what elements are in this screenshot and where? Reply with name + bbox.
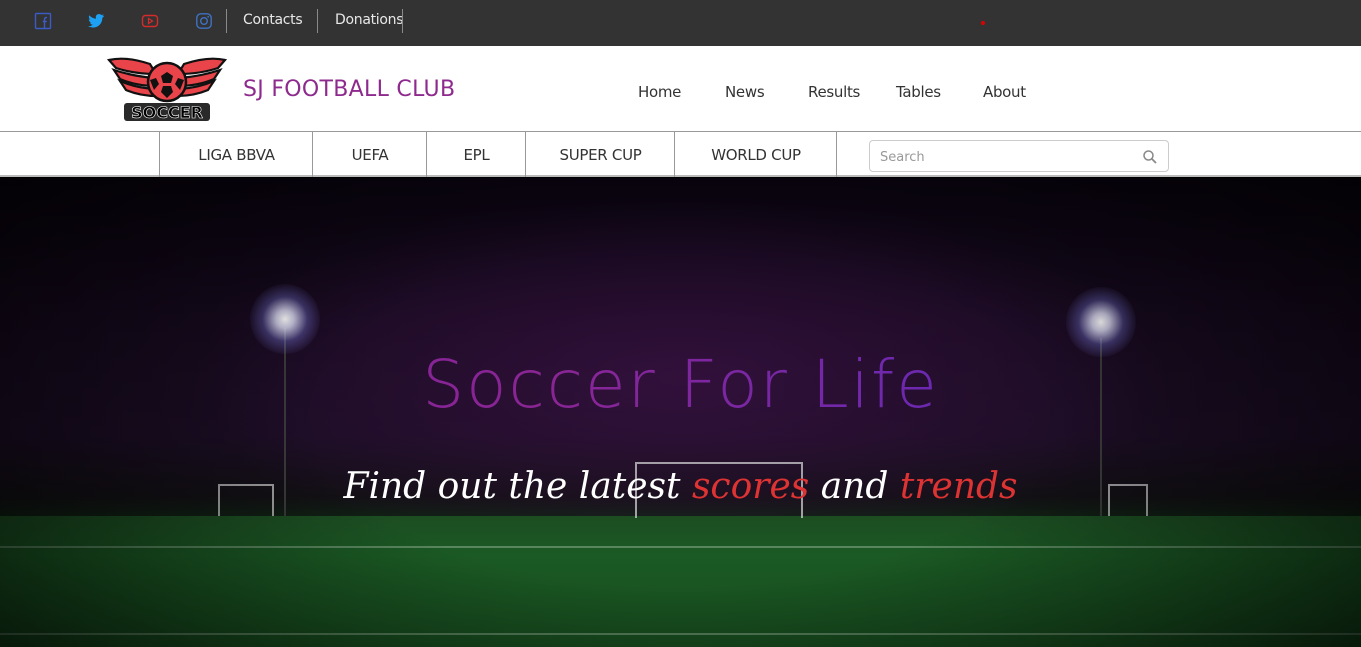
category-super-cup[interactable]: SUPER CUP — [525, 132, 675, 177]
twitter-icon[interactable] — [87, 12, 105, 30]
facebook-icon[interactable] — [34, 12, 52, 30]
nav-results[interactable]: Results — [808, 83, 860, 101]
brand-name[interactable]: SJ FOOTBALL CLUB — [243, 77, 455, 102]
soccer-logo[interactable]: SOCCER — [106, 52, 228, 126]
divider — [836, 132, 837, 177]
subtitle-accent-trends: trends — [899, 466, 1018, 507]
site-header: SOCCER SJ FOOTBALL CLUB Home News Result… — [0, 46, 1361, 132]
hero-banner: Soccer For Life Find out the latest scor… — [0, 178, 1361, 647]
category-liga-bbva[interactable]: LIGA BBVA — [159, 132, 313, 177]
top-bar: Contacts Donations — [0, 0, 1361, 46]
divider — [317, 9, 318, 33]
youtube-icon[interactable] — [141, 12, 159, 30]
svg-text:SOCCER: SOCCER — [131, 103, 203, 122]
divider — [226, 9, 227, 33]
category-epl[interactable]: EPL — [426, 132, 526, 177]
search-box — [869, 140, 1169, 172]
search-icon[interactable] — [1142, 149, 1158, 165]
instagram-icon[interactable] — [195, 12, 213, 30]
category-bar: LIGA BBVA UEFA EPL SUPER CUP WORLD CUP — [0, 132, 1361, 177]
nav-home[interactable]: Home — [638, 83, 681, 101]
subtitle-accent-scores: scores — [691, 466, 810, 507]
subtitle-text: and — [809, 466, 900, 507]
hero-title: Soccer For Life — [0, 346, 1361, 423]
donations-link[interactable]: Donations — [335, 12, 404, 28]
nav-about[interactable]: About — [983, 83, 1026, 101]
subtitle-text: Find out the latest — [343, 466, 692, 507]
nav-tables[interactable]: Tables — [896, 83, 941, 101]
hero-subtitle: Find out the latest scores and trends — [0, 466, 1361, 507]
nav-news[interactable]: News — [725, 83, 765, 101]
category-world-cup[interactable]: WORLD CUP — [674, 132, 837, 177]
status-dot — [981, 21, 985, 25]
divider — [402, 9, 403, 33]
category-uefa[interactable]: UEFA — [312, 132, 427, 177]
search-input[interactable] — [880, 147, 1130, 167]
contacts-link[interactable]: Contacts — [243, 12, 303, 28]
